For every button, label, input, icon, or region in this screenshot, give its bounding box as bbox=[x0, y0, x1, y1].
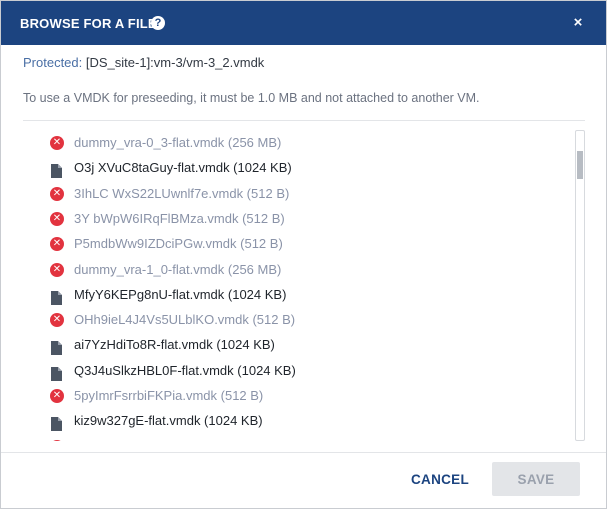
file-list-item[interactable]: ✕ dummy_vra-1_0-flat.vmdk (256 MB) bbox=[50, 257, 550, 282]
file-name: dummy_vra-1_0-flat.vmdk (256 MB) bbox=[74, 261, 282, 277]
error-circle-icon: ✕ bbox=[50, 389, 64, 403]
protected-label: Protected: bbox=[23, 55, 83, 70]
file-list-item[interactable]: ✕ 3IhLC WxS22LUwnlf7e.vmdk (512 B) bbox=[50, 181, 550, 206]
file-name: 3Y bWpW6IRqFlBMza.vmdk (512 B) bbox=[74, 210, 285, 226]
save-button[interactable]: SAVE bbox=[492, 462, 580, 496]
file-list-item[interactable]: MfyY6KEPg8nU-flat.vmdk (1024 KB) bbox=[50, 282, 550, 307]
file-list-item[interactable]: ✕ P5mdbWw9IZDciPGw.vmdk (512 B) bbox=[50, 231, 550, 256]
error-circle-icon: ✕ bbox=[50, 211, 64, 226]
file-name: Q3J4uSlkzHBL0F-flat.vmdk (1024 KB) bbox=[74, 362, 296, 378]
file-list[interactable]: ✕ dummy_vra-0_3-flat.vmdk (256 MB) O3j XVu… bbox=[23, 121, 585, 441]
error-circle-icon: ✕ bbox=[50, 237, 64, 252]
file-list-item[interactable]: O3j XVuC8taGuy-flat.vmdk (1024 KB) bbox=[50, 155, 550, 180]
file-name: O3j XVuC8taGuy-flat.vmdk (1024 KB) bbox=[74, 160, 292, 176]
error-circle-icon: ✕ bbox=[50, 439, 64, 441]
error-circle-icon: ✕ bbox=[50, 136, 64, 150]
file-icon bbox=[50, 161, 64, 179]
close-icon[interactable]: × bbox=[570, 14, 586, 32]
file-list-item[interactable]: kiz9w327gE-flat.vmdk (1024 KB) bbox=[50, 408, 550, 433]
file-list-scrollbar[interactable] bbox=[575, 130, 585, 441]
file-name: MfyY6KEPg8nU-flat.vmdk (1024 KB) bbox=[74, 286, 287, 302]
protected-path-line: Protected: [DS_site-1]:vm-3/vm-3_2.vmdk bbox=[23, 55, 264, 70]
file-name: OHh9ieL4J4Vs5ULblKO.vmdk (512 B) bbox=[74, 312, 296, 328]
dialog-header: BROWSE FOR A FILE ? × bbox=[1, 1, 606, 45]
scrollbar-thumb[interactable] bbox=[577, 151, 583, 179]
file-list-item[interactable]: ✕ 5pyImrFsrrbiFKPia.vmdk (512 B) bbox=[50, 383, 550, 408]
file-name: P5mdbWw9IZDciPGw.vmdk (512 B) bbox=[74, 236, 283, 252]
file-icon bbox=[50, 364, 64, 381]
file-list-item[interactable]: ✕ dummy_vra-0_3-flat.vmdk (256 MB) bbox=[50, 130, 550, 155]
preseed-info-text: To use a VMDK for preseeding, it must be… bbox=[23, 91, 480, 105]
file-name: kiz9w327gE-flat.vmdk (1024 KB) bbox=[74, 413, 263, 429]
file-name: ai7YzHdiTo8R-flat.vmdk (1024 KB) bbox=[74, 337, 275, 353]
error-circle-icon: ✕ bbox=[50, 186, 64, 201]
file-name: 3IhLC WxS22LUwnlf7e.vmdk (512 B) bbox=[74, 185, 290, 201]
file-name: dummy_vra-0_0-flat.vmdk (256 MB) bbox=[74, 434, 281, 441]
footer-divider bbox=[1, 452, 606, 453]
help-icon[interactable]: ? bbox=[151, 16, 165, 30]
file-list-item[interactable]: Q3J4uSlkzHBL0F-flat.vmdk (1024 KB) bbox=[50, 358, 550, 383]
error-circle-icon: ✕ bbox=[50, 262, 64, 277]
file-list-item[interactable]: ✕ dummy_vra-0_0-flat.vmdk (256 MB) bbox=[50, 434, 550, 441]
file-list-item[interactable]: ai7YzHdiTo8R-flat.vmdk (1024 KB) bbox=[50, 332, 550, 357]
file-name: 5pyImrFsrrbiFKPia.vmdk (512 B) bbox=[74, 388, 264, 403]
protected-path: [DS_site-1]:vm-3/vm-3_2.vmdk bbox=[82, 55, 265, 70]
dialog-title: BROWSE FOR A FILE bbox=[20, 16, 157, 31]
file-list-item[interactable]: ✕ OHh9ieL4J4Vs5ULblKO.vmdk (512 B) bbox=[50, 307, 550, 332]
file-icon bbox=[50, 414, 64, 432]
browse-file-dialog: BROWSE FOR A FILE ? × Protected: [DS_sit… bbox=[0, 0, 607, 509]
cancel-button[interactable]: CANCEL bbox=[401, 462, 479, 496]
error-circle-icon: ✕ bbox=[50, 313, 64, 328]
file-list-item[interactable]: ✕ 3Y bWpW6IRqFlBMza.vmdk (512 B) bbox=[50, 206, 550, 231]
file-icon bbox=[50, 288, 64, 305]
file-name: dummy_vra-0_3-flat.vmdk (256 MB) bbox=[74, 135, 282, 150]
file-icon bbox=[50, 338, 64, 356]
